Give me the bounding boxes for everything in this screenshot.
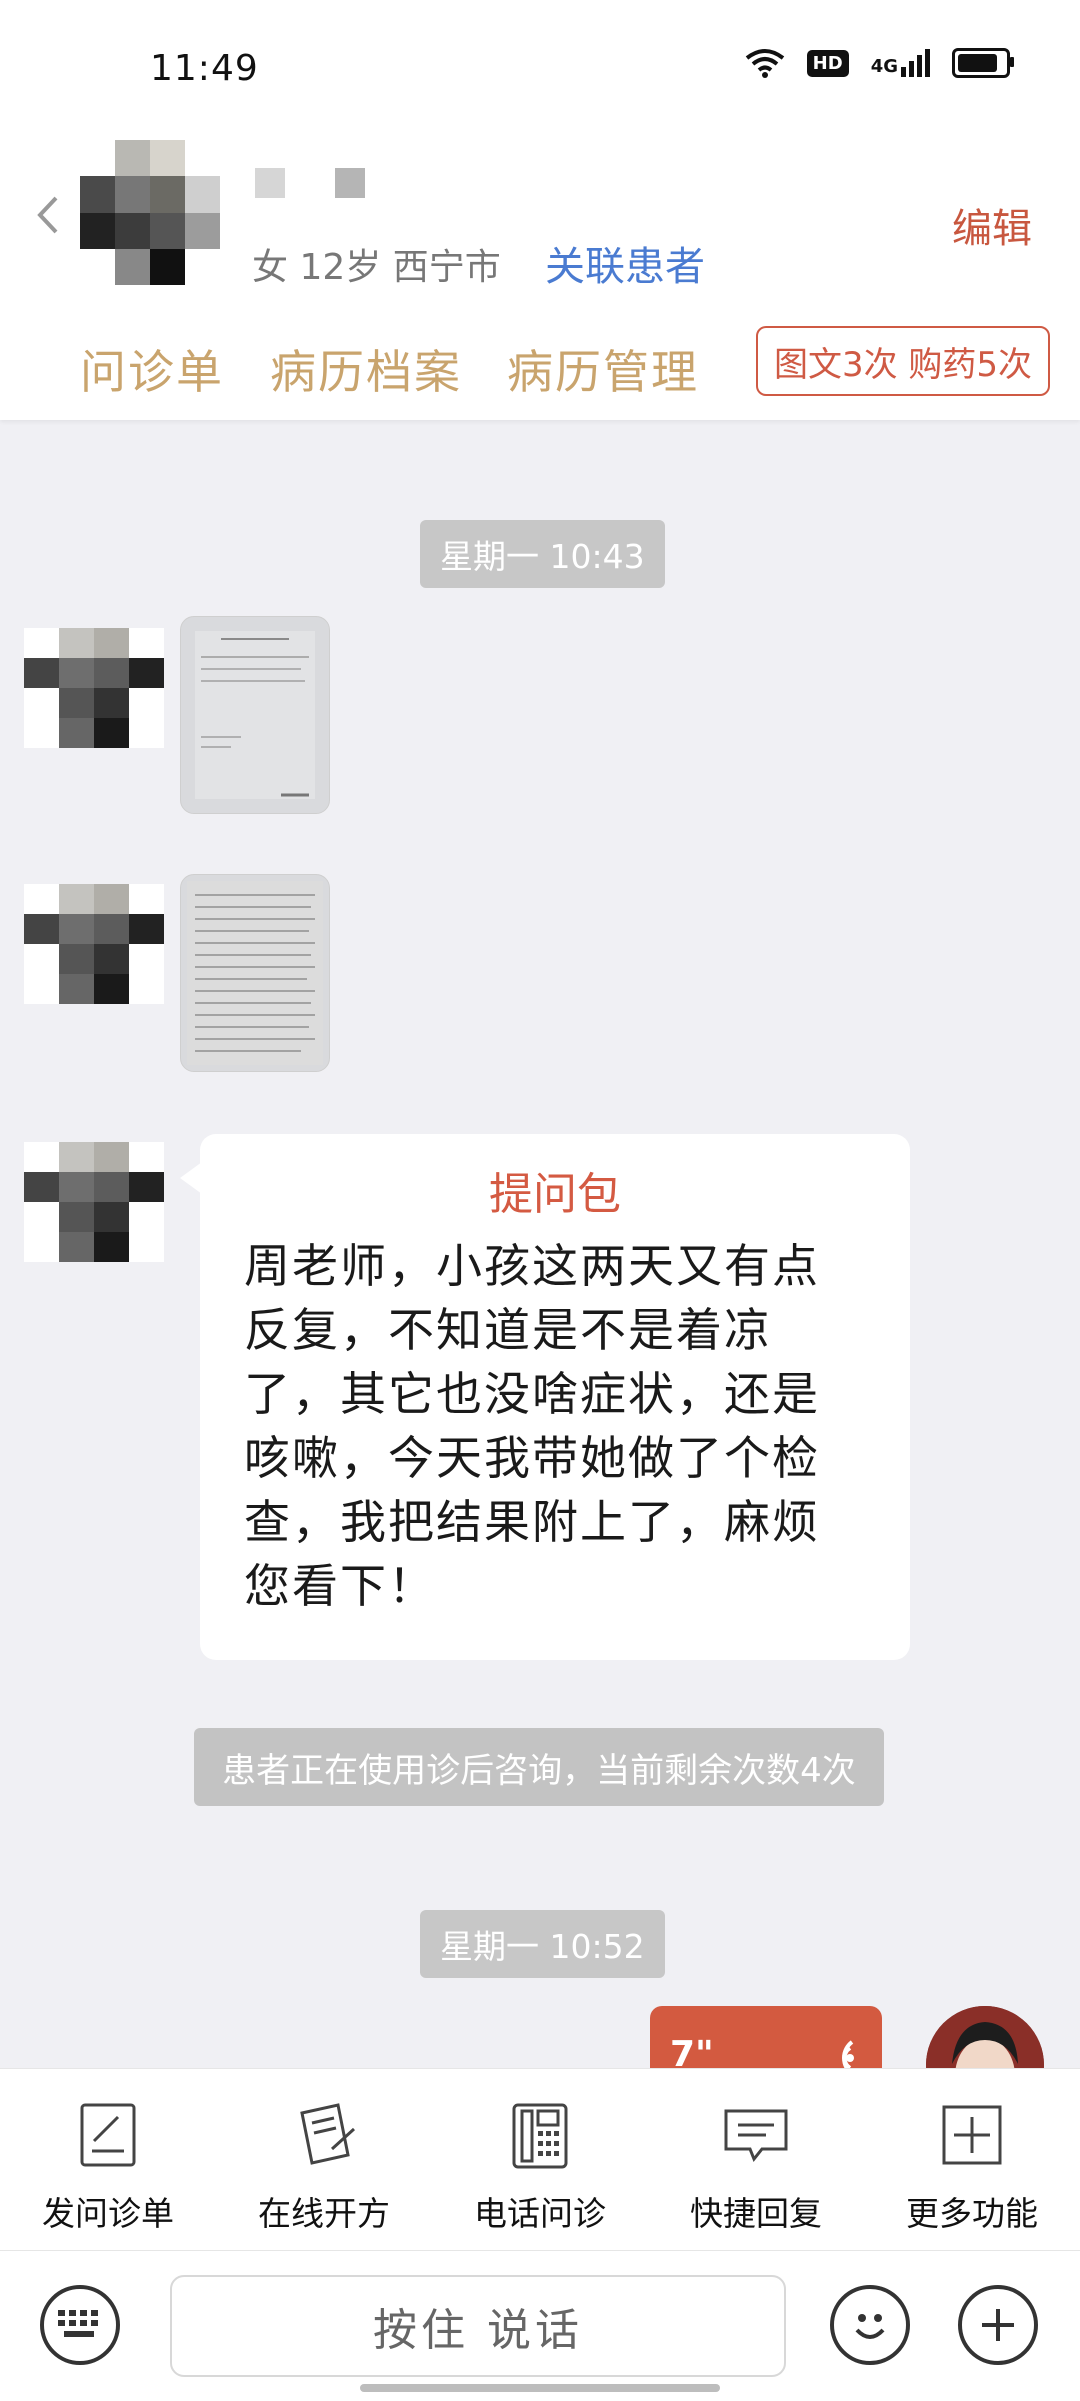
phone-consult-button[interactable]: 电话问诊 [432,2069,648,2251]
wifi-icon [745,49,784,78]
battery-level [958,54,997,72]
header: 11:49 HD 4G 女 12岁 西宁市 关联患者 编辑 问诊单 病历档案 病… [0,0,1080,420]
tool-label: 更多功能 [906,2194,1038,2233]
status-icons: HD 4G [745,48,1014,78]
patient-info: 女 12岁 西宁市 [252,247,501,288]
function-toolbar: 发问诊单 在线开方 电话问诊 快捷回复 更多功能 [0,2068,1080,2251]
network-type: 4G [870,56,898,77]
add-attachment-button[interactable] [958,2285,1038,2365]
service-quota-badge: 图文3次 购药5次 [756,326,1050,396]
document-image[interactable] [180,874,330,1072]
quick-reply-icon [724,2109,788,2162]
hold-to-talk-button[interactable]: 按住 说话 [170,2275,786,2377]
sender-avatar[interactable] [24,1142,164,1262]
bubble-title: 提问包 [489,1169,621,1220]
form-icon [80,2103,136,2167]
keyboard-toggle-button[interactable] [40,2285,120,2365]
tool-label: 在线开方 [258,2194,390,2233]
document-image[interactable] [180,616,330,814]
tool-label: 电话问诊 [474,2194,606,2233]
tab-consult-form[interactable]: 问诊单 [80,336,224,402]
battery-icon [952,48,1014,78]
time-label: 星期一 10:52 [420,1910,665,1978]
online-prescription-button[interactable]: 在线开方 [216,2069,432,2251]
emoji-icon [855,2314,885,2339]
time-label: 星期一 10:43 [420,520,665,588]
system-notice: 患者正在使用诊后咨询，当前剩余次数4次 [194,1728,884,1806]
question-package-bubble[interactable]: 提问包 周老师，小孩这两天又有点反复，不知道是不是着凉了，其它也没啥症状，还是咳… [180,1134,910,1660]
edit-button[interactable]: 编辑 [952,196,1032,254]
more-functions-button[interactable]: 更多功能 [864,2069,1080,2251]
tab-record-management[interactable]: 病历管理 [507,336,699,402]
sender-avatar[interactable] [24,884,164,1004]
tool-label: 发问诊单 [42,2194,174,2233]
status-time: 11:49 [150,48,259,89]
tab-medical-records[interactable]: 病历档案 [270,336,462,402]
patient-name-redacted [255,168,365,198]
prescription-icon [300,2103,356,2165]
back-icon[interactable] [30,190,70,240]
send-consult-form-button[interactable]: 发问诊单 [0,2069,216,2251]
hd-badge: HD [806,49,849,77]
message-text: 周老师，小孩这两天又有点反复，不知道是不是着凉了，其它也没啥症状，还是咳嗽，今天… [244,1239,820,1613]
home-indicator[interactable] [360,2384,720,2392]
tool-label: 快捷回复 [690,2194,822,2233]
keyboard-icon [58,2310,98,2337]
patient-avatar[interactable] [80,140,220,285]
signal-icon: 4G [871,49,930,77]
phone-icon [512,2103,568,2169]
sender-avatar[interactable] [24,628,164,748]
more-icon [942,2105,1002,2165]
emoji-button[interactable] [830,2285,910,2365]
quick-reply-button[interactable]: 快捷回复 [648,2069,864,2251]
link-patient-button[interactable]: 关联患者 [545,234,705,292]
input-bar: 按住 说话 [0,2250,1080,2401]
plus-icon [982,2309,1014,2341]
